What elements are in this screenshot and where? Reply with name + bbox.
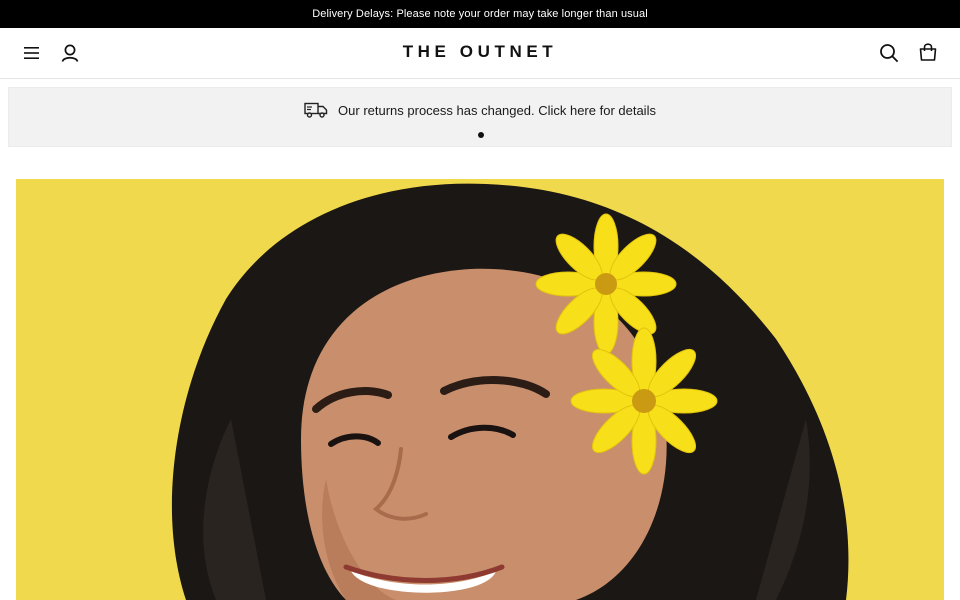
- search-button[interactable]: [875, 39, 903, 67]
- returns-notice-link[interactable]: Our returns process has changed. Click h…: [9, 100, 951, 120]
- returns-notice-text: Our returns process has changed. Click h…: [338, 102, 656, 118]
- hero-photo: [16, 179, 944, 600]
- shopping-bag-button[interactable]: [914, 38, 942, 66]
- hero-banner-image[interactable]: [16, 179, 944, 600]
- truck-icon: [304, 102, 328, 118]
- delivery-delay-banner: Delivery Delays: Please note your order …: [0, 0, 960, 28]
- shopping-bag-icon: [919, 43, 937, 61]
- search-icon: [880, 44, 899, 63]
- returns-notice-carousel: Our returns process has changed. Click h…: [8, 87, 952, 147]
- site-logo[interactable]: THE OUTNET: [0, 42, 960, 62]
- site-header: THE OUTNET: [0, 28, 960, 79]
- delivery-delay-text: Delivery Delays: Please note your order …: [312, 8, 648, 20]
- carousel-dot-active[interactable]: [478, 132, 484, 138]
